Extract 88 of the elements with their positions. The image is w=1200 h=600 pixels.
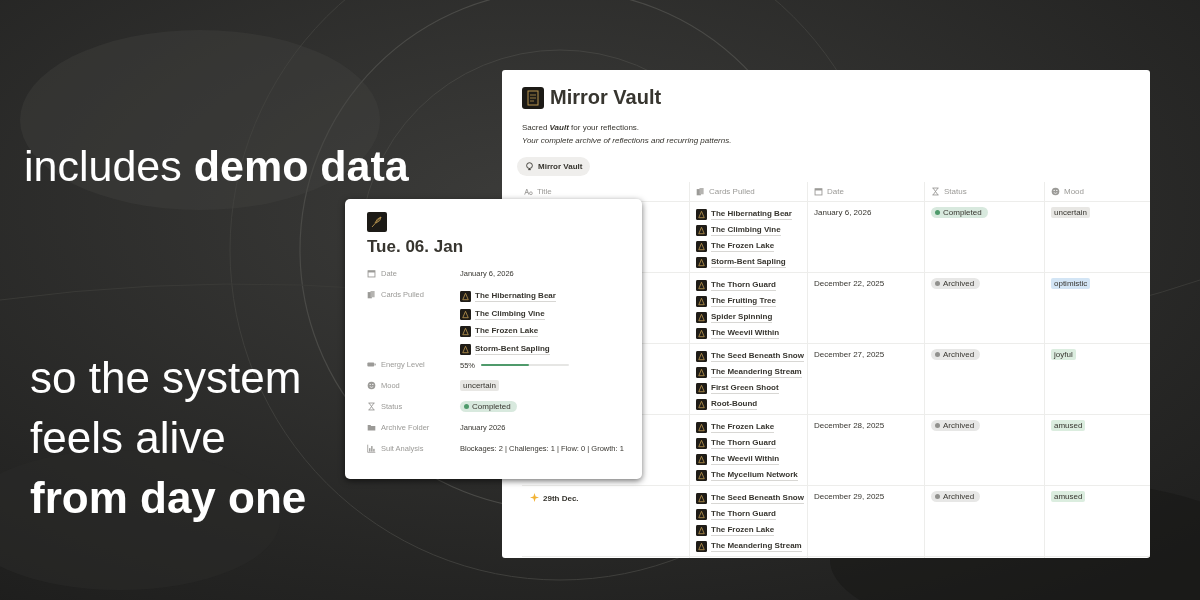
card-thumbnail-icon xyxy=(696,524,707,536)
card-link[interactable]: The Seed Beneath Snow xyxy=(711,492,804,504)
card-link[interactable]: Root-Bound xyxy=(711,398,758,410)
card-thumbnail-icon xyxy=(696,350,707,362)
card-thumbnail-icon xyxy=(696,382,707,394)
card-thumbnail-icon xyxy=(696,540,707,552)
card-link[interactable]: The Thorn Guard xyxy=(711,437,776,449)
card-thumbnail-icon xyxy=(460,343,471,355)
card-link[interactable]: The Thorn Guard xyxy=(711,508,776,520)
card-thumbnail-icon xyxy=(696,256,707,268)
cards-icon xyxy=(367,290,376,299)
card-link[interactable]: Spider Spinning xyxy=(711,311,773,323)
card-link[interactable]: The Fruiting Tree xyxy=(711,295,776,307)
mood-tag: optimistic xyxy=(1051,278,1091,289)
card-thumbnail-icon xyxy=(696,508,707,520)
card-link[interactable]: The Frozen Lake xyxy=(475,326,539,338)
card-link[interactable]: The Frozen Lake xyxy=(711,524,775,536)
smiley-icon xyxy=(1051,186,1060,196)
card-link[interactable]: The Climbing Vine xyxy=(475,308,545,320)
battery-icon xyxy=(367,360,376,369)
quill-icon xyxy=(367,212,387,232)
status-label: Completed xyxy=(943,208,982,217)
mood-tag: joyful xyxy=(1051,349,1076,360)
status-label: Archived xyxy=(943,421,975,430)
card-thumbnail-icon xyxy=(696,311,707,323)
card-link[interactable]: The Thorn Guard xyxy=(711,279,776,291)
card-thumbnail-icon xyxy=(696,398,707,410)
card-thumbnail-icon xyxy=(460,308,471,320)
calendar-icon xyxy=(367,269,376,278)
date-text: December 22, 2025 xyxy=(814,278,885,288)
cards-icon xyxy=(696,186,705,196)
card-thumbnail-icon xyxy=(696,240,707,252)
hourglass-icon xyxy=(931,186,940,196)
card-thumbnail-icon xyxy=(696,437,707,449)
view-tab[interactable]: Mirror Vault xyxy=(517,157,591,176)
card-link[interactable]: First Green Shoot xyxy=(711,382,779,394)
card-link[interactable]: The Weevil Within xyxy=(711,327,780,339)
card-link[interactable]: The Frozen Lake xyxy=(711,421,775,433)
card-link[interactable]: The Meandering Stream xyxy=(711,366,802,378)
card-link[interactable]: The Seed Beneath Snow xyxy=(711,350,804,362)
card-thumbnail-icon xyxy=(696,492,707,504)
card-thumbnail-icon xyxy=(696,295,707,307)
smiley-icon xyxy=(367,381,376,390)
date-text: January 6, 2026 xyxy=(814,207,872,217)
subtitle: Your complete archive of reflections and recurring patterns. xyxy=(522,135,733,147)
card-link[interactable]: The Climbing Vine xyxy=(711,224,781,236)
date-text: December 29, 2025 xyxy=(814,491,885,501)
card-thumbnail-icon xyxy=(696,421,707,433)
card-link[interactable]: The Meandering Stream xyxy=(711,540,802,552)
card-link[interactable]: Storm-Bent Sapling xyxy=(711,256,786,268)
card-link[interactable]: The Mycelium Network xyxy=(711,469,798,481)
description: Sacred Vault for your reflections. xyxy=(522,122,641,134)
card-thumbnail-icon xyxy=(696,453,707,465)
entry-title: Tue. 06. Jan xyxy=(367,237,465,257)
card-thumbnail-icon xyxy=(696,208,707,220)
mood-tag: uncertain xyxy=(460,380,499,391)
card-thumbnail-icon xyxy=(696,327,707,339)
folder-icon xyxy=(367,423,376,432)
status-label: Archived xyxy=(943,279,975,288)
card-link[interactable]: Storm-Bent Sapling xyxy=(475,343,550,355)
card-thumbnail-icon xyxy=(696,224,707,236)
headline: so the system feels alive from day one xyxy=(30,352,308,524)
status-label: Archived xyxy=(943,350,975,359)
headline: includes demo data xyxy=(24,141,410,192)
page-title: Mirror Vault xyxy=(550,86,662,109)
card-thumbnail-icon xyxy=(460,291,471,303)
sparkle-icon xyxy=(530,493,539,502)
bar-chart-icon xyxy=(367,444,376,453)
card-link[interactable]: The Weevil Within xyxy=(711,453,780,465)
text-type-icon xyxy=(524,186,533,196)
row-title[interactable]: 29th Dec. xyxy=(543,494,579,503)
mood-tag: amused xyxy=(1051,491,1086,502)
card-thumbnail-icon xyxy=(460,326,471,338)
lightbulb-icon xyxy=(525,162,534,171)
status-label: Completed xyxy=(472,402,511,411)
status-label: Archived xyxy=(943,492,975,501)
card-thumbnail-icon xyxy=(696,366,707,378)
card-link[interactable]: The Hibernating Bear xyxy=(475,291,556,303)
hourglass-icon xyxy=(367,402,376,411)
date-text: December 28, 2025 xyxy=(814,420,885,430)
card-thumbnail-icon xyxy=(696,279,707,291)
card-link[interactable]: The Hibernating Bear xyxy=(711,208,792,220)
mood-tag: uncertain xyxy=(1051,207,1090,218)
mood-tag: amused xyxy=(1051,420,1086,431)
calendar-icon xyxy=(814,186,823,196)
card-thumbnail-icon xyxy=(696,469,707,481)
date-text: December 27, 2025 xyxy=(814,349,885,359)
card-link[interactable]: The Frozen Lake xyxy=(711,240,775,252)
